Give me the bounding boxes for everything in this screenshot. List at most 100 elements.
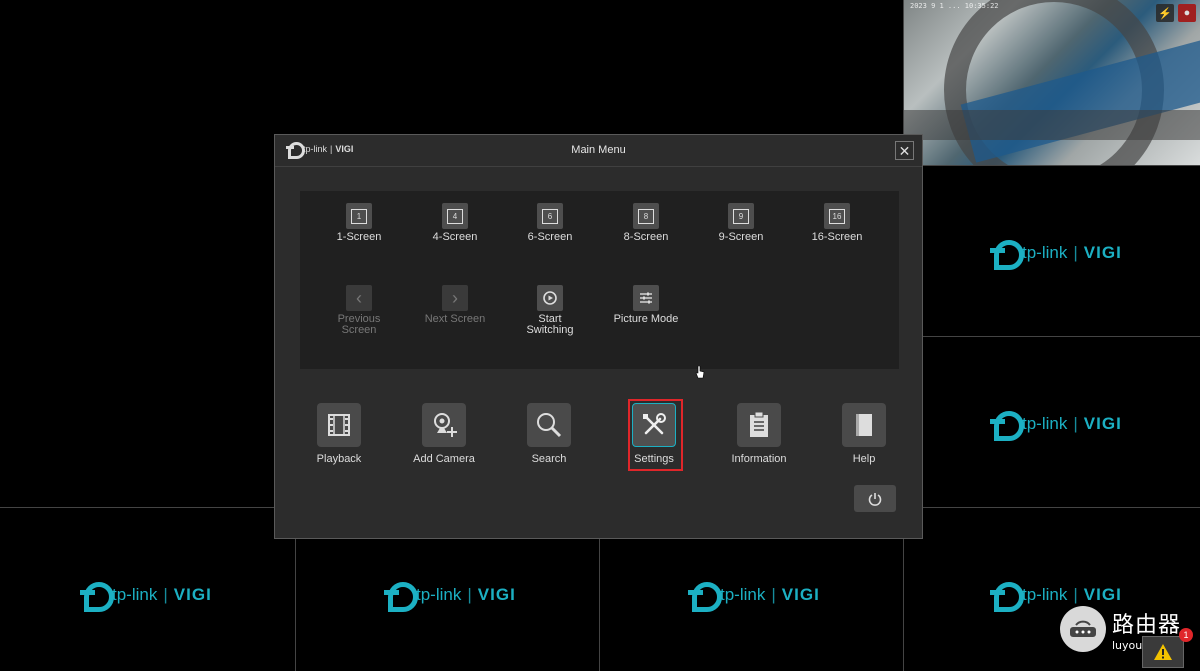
tplink-logo-icon (990, 411, 1024, 441)
layout-9-screen-button[interactable]: 9 9-Screen (696, 203, 786, 243)
information-button[interactable]: Information (713, 403, 805, 465)
layout-4-icon: 4 (442, 203, 468, 229)
layout-1-icon: 1 (346, 203, 372, 229)
feed-timestamp: 2023 9 1 ... 10:35:22 (910, 2, 999, 10)
record-icon[interactable]: ● (1178, 4, 1196, 22)
main-item-label: Help (852, 453, 876, 465)
layout-label: 16-Screen (811, 231, 863, 243)
main-item-label: Search (531, 453, 567, 465)
layout-glyph: 6 (542, 208, 558, 224)
router-logo-icon (1060, 606, 1106, 652)
layout-label: 6-Screen (527, 231, 573, 243)
chevron-left-icon: ‹ (346, 285, 372, 311)
layout-label: 9-Screen (718, 231, 764, 243)
layout-glyph: 8 (638, 208, 654, 224)
brand-product: VIGI (1083, 243, 1122, 262)
layout-8-icon: 8 (633, 203, 659, 229)
alarm-button[interactable] (1142, 636, 1184, 668)
layout-label: 8-Screen (623, 231, 669, 243)
alarm-count-badge: 1 (1179, 628, 1193, 642)
camera-tile[interactable]: tp-link | VIGI (0, 508, 295, 671)
layout-glyph: 1 (351, 208, 367, 224)
layout-9-icon: 9 (728, 203, 754, 229)
layout-6-screen-button[interactable]: 6 6-Screen (505, 203, 595, 243)
previous-screen-button[interactable]: ‹ Previous Screen (314, 285, 404, 336)
layout-label: 1-Screen (336, 231, 382, 243)
layout-glyph: 9 (733, 208, 749, 224)
power-icon (868, 492, 882, 506)
control-label: Picture Mode (613, 313, 679, 325)
main-item-label: Playback (316, 453, 362, 465)
control-label: Next Screen (424, 313, 486, 325)
next-screen-button[interactable]: › Next Screen (410, 285, 500, 325)
brand-name: tp-link (1022, 585, 1068, 604)
brand-logo: tp-link | VIGI (990, 582, 1122, 612)
add-camera-icon (422, 403, 466, 447)
brand-logo: tp-link | VIGI (80, 582, 212, 612)
brand-separator: | (163, 585, 168, 604)
help-button[interactable]: Help (818, 403, 910, 465)
switch-cycle-icon (537, 285, 563, 311)
warning-icon (1154, 644, 1172, 660)
layout-1-screen-button[interactable]: 1 1-Screen (314, 203, 404, 243)
camera-tile[interactable]: tp-link | VIGI (904, 337, 1200, 507)
add-camera-button[interactable]: Add Camera (398, 403, 490, 465)
dialog-header: tp-link | VIGI Main Menu ✕ (275, 135, 922, 167)
main-item-label: Information (731, 453, 787, 465)
brand-product: VIGI (477, 585, 516, 604)
brand-name: tp-link (1022, 243, 1068, 262)
tplink-logo-icon (990, 240, 1024, 270)
brand-product: VIGI (173, 585, 212, 604)
brand-logo: tp-link | VIGI (384, 582, 516, 612)
brand-product: VIGI (1083, 585, 1122, 604)
book-icon (842, 403, 886, 447)
layout-6-icon: 6 (537, 203, 563, 229)
brand-name: tp-link (1022, 414, 1068, 433)
layout-16-icon: 16 (824, 203, 850, 229)
brand-logo: tp-link | VIGI (990, 411, 1122, 441)
brand-separator: | (1073, 243, 1078, 262)
power-button[interactable] (854, 485, 896, 512)
brand-logo: tp-link | VIGI (990, 240, 1122, 270)
start-switching-button[interactable]: Start Switching (505, 285, 595, 336)
mouse-cursor-icon (695, 366, 705, 379)
brand-separator: | (1073, 585, 1078, 604)
tplink-logo-icon (384, 582, 418, 612)
search-icon (527, 403, 571, 447)
layout-label: 4-Screen (432, 231, 478, 243)
brand-separator: | (467, 585, 472, 604)
brand-name: tp-link (720, 585, 766, 604)
close-icon[interactable]: ✕ (895, 141, 914, 160)
live-view-panel: 1 1-Screen 4 4-Screen 6 6-Screen 8 8-Scr… (300, 191, 899, 369)
brand-logo: tp-link | VIGI (688, 582, 820, 612)
tplink-logo-icon (990, 582, 1024, 612)
watermark-title: 路由器 (1112, 612, 1182, 638)
chevron-right-icon: › (442, 285, 468, 311)
camera-feed[interactable]: 2023 9 1 ... 10:35:22 ⚡ ● (904, 0, 1200, 165)
control-label: Previous Screen (337, 313, 381, 336)
mute-icon[interactable]: ⚡ (1156, 4, 1174, 22)
layout-16-screen-button[interactable]: 16 16-Screen (792, 203, 882, 243)
layout-glyph: 16 (829, 208, 845, 224)
film-icon (317, 403, 361, 447)
tplink-logo-icon (80, 582, 114, 612)
layout-glyph: 4 (447, 208, 463, 224)
brand-product: VIGI (1083, 414, 1122, 433)
main-item-label: Add Camera (413, 453, 475, 465)
sliders-icon (633, 285, 659, 311)
dialog-title: Main Menu (571, 144, 626, 156)
feed-visual (904, 110, 1200, 140)
search-button[interactable]: Search (503, 403, 595, 465)
layout-8-screen-button[interactable]: 8 8-Screen (601, 203, 691, 243)
clipboard-icon (737, 403, 781, 447)
brand-product: VIGI (781, 585, 820, 604)
brand-separator: | (771, 585, 776, 604)
playback-button[interactable]: Playback (293, 403, 385, 465)
brand-name: tp-link (112, 585, 158, 604)
camera-tile[interactable]: tp-link | VIGI (904, 166, 1200, 336)
selection-highlight (628, 399, 683, 471)
brand-name: tp-link (416, 585, 462, 604)
tplink-logo-icon (688, 582, 722, 612)
layout-4-screen-button[interactable]: 4 4-Screen (410, 203, 500, 243)
picture-mode-button[interactable]: Picture Mode (601, 285, 691, 325)
